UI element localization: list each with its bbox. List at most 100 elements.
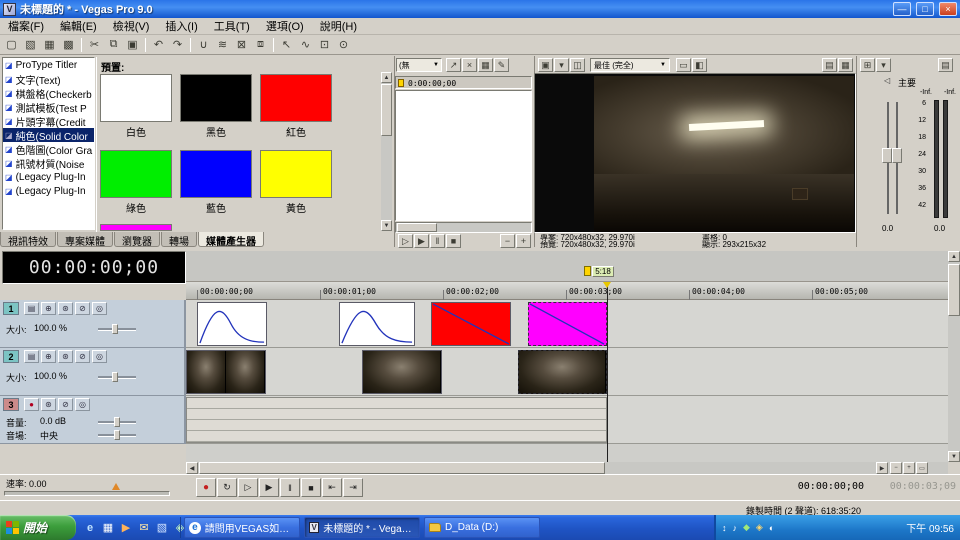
menu-insert[interactable]: 插入(I) [157,18,205,34]
zoom-in-icon[interactable]: + [903,462,915,474]
update-icon[interactable]: ◈ [756,522,763,533]
scroll-left-icon[interactable]: ◀ [186,462,198,474]
list-item[interactable]: ◪棋盤格(Checkerb [3,86,94,100]
tab-project-media[interactable]: 專案媒體 [57,232,113,247]
edit-cursor[interactable] [607,282,608,462]
lock-envelopes-icon[interactable]: ⊠ [232,36,251,53]
preset-swatch-yellow[interactable] [260,150,332,198]
normal-edit-tool-icon[interactable]: ↖ [277,36,296,53]
list-item[interactable]: ◪片頭字幕(Credit [3,114,94,128]
title-bar[interactable]: V 未標題的 * - Vegas Pro 9.0 — □ × [0,0,960,18]
overlay-grid-icon[interactable]: ▭ [676,58,691,72]
minimize-button[interactable]: — [893,2,911,16]
copy-icon[interactable]: ⧉ [104,36,123,53]
trimmer-remove-icon[interactable]: × [462,58,477,72]
track-number-badge[interactable]: 2 [3,350,19,363]
mixer-properties-icon[interactable]: ▤ [938,58,953,72]
master-fader-right[interactable] [892,148,902,163]
track-solo-icon[interactable]: ◎ [92,302,107,315]
media-player-icon[interactable]: ▶ [118,519,134,536]
task-button-browser[interactable]: e 請問用VEGAS如何... [184,517,300,538]
list-item[interactable]: ◪(Legacy Plug-In [3,170,94,184]
video-event-3-selected[interactable] [518,350,607,394]
menu-view[interactable]: 檢視(V) [105,18,158,34]
scroll-thumb[interactable] [199,462,605,474]
trimmer-source-dropdown[interactable]: (無▼ [396,58,442,72]
timeline-empty-area[interactable] [186,444,948,462]
preset-swatch-red[interactable] [260,74,332,122]
rate-marker[interactable] [112,483,120,490]
open-icon[interactable]: ▧ [21,36,40,53]
go-to-start-button[interactable]: ⇤ [322,478,342,497]
trimmer-edit-icon[interactable]: ✎ [494,58,509,72]
tab-explorer[interactable]: 瀏覽器 [114,232,160,247]
trimmer-media-area[interactable] [395,90,532,221]
scroll-up-icon[interactable]: ▲ [381,72,392,83]
preset-swatch-white[interactable] [100,74,172,122]
paste-icon[interactable]: ▣ [123,36,142,53]
track-automation-icon[interactable]: ⊛ [58,302,73,315]
zoom-tool-icon[interactable]: ⊙ [334,36,353,53]
zoom-out-icon[interactable]: − [890,462,902,474]
track-level-icon[interactable]: ▤ [24,302,39,315]
cut-icon[interactable]: ✂ [85,36,104,53]
marker-bar[interactable] [186,251,948,282]
trimmer-play-icon[interactable]: ▶ [414,234,429,248]
track-2-header[interactable]: 2 ▤ ⊕ ⊛ ⊘ ◎ 大小: 100.0 % [0,348,186,396]
timeline-timecode-display[interactable]: 00:00:00;00 [2,251,186,284]
menu-file[interactable]: 檔案(F) [0,18,52,34]
track-level-icon[interactable]: ▤ [24,350,39,363]
trimmer-save-icon[interactable]: ▦ [478,58,493,72]
track-solo-icon[interactable]: ◎ [75,398,90,411]
trimmer-stop-icon[interactable]: ■ [446,234,461,248]
menu-tools[interactable]: 工具(T) [206,18,258,34]
rate-slider[interactable] [4,491,170,496]
marker-label[interactable]: 5:18 [592,266,614,277]
preset-swatch-magenta[interactable] [100,224,172,231]
event-white-2[interactable] [339,302,415,346]
slider-thumb[interactable] [114,417,120,427]
stop-button[interactable]: ■ [301,478,321,497]
snap-icon[interactable]: ∪ [194,36,213,53]
ie-icon[interactable]: e [82,519,98,536]
menu-help[interactable]: 說明(H) [312,18,365,34]
menu-edit[interactable]: 編輯(E) [52,18,105,34]
tab-transitions[interactable]: 轉場 [161,232,197,247]
track-mute-icon[interactable]: ⊘ [75,350,90,363]
play-button[interactable]: ▶ [259,478,279,497]
start-button[interactable]: 開始 [0,515,76,540]
scroll-up-icon[interactable]: ▲ [948,251,960,262]
split-screen-icon[interactable]: ◫ [570,58,585,72]
list-item[interactable]: ◪文字(Text) [3,72,94,86]
save-icon[interactable]: ▦ [40,36,59,53]
preset-swatch-blue[interactable] [180,150,252,198]
preview-quality-dropdown[interactable]: 最佳 (完全)▼ [590,58,670,72]
event-magenta-selected[interactable] [528,302,607,346]
mixer-dropdown-icon[interactable]: ▾ [876,58,891,72]
trimmer-marker-flag[interactable] [398,79,404,87]
folder-shortcut-icon[interactable]: ▧ [154,519,170,536]
list-item-selected[interactable]: ◪純色(Solid Color [3,128,94,142]
preset-swatch-black[interactable] [180,74,252,122]
list-item[interactable]: ◪色階圖(Color Gra [3,142,94,156]
track-mute-icon[interactable]: ⊘ [75,302,90,315]
trimmer-pause-icon[interactable]: ‖ [430,234,445,248]
track-solo-icon[interactable]: ◎ [92,350,107,363]
master-fader-left[interactable] [882,148,892,163]
trimmer-zoom-in-icon[interactable]: + [516,234,531,248]
track-number-badge[interactable]: 1 [3,302,19,315]
scroll-down-icon[interactable]: ▼ [381,220,392,231]
trimmer-ruler[interactable]: 0:00:00;00 [395,76,532,89]
track-compositing-icon[interactable]: ⊕ [41,302,56,315]
loop-button[interactable]: ↻ [217,478,237,497]
antivirus-icon[interactable]: ◆ [743,522,750,533]
track-automation-icon[interactable]: ⊛ [41,398,56,411]
tab-video-fx[interactable]: 視訊特效 [0,232,56,247]
video-event-2[interactable] [362,350,442,394]
scroll-right-icon[interactable]: ▶ [876,462,888,474]
track-3-header[interactable]: 3 ● ⊛ ⊘ ◎ 音量: 0.0 dB 音場: 中央 [0,396,186,444]
list-item[interactable]: ◪訊號材質(Noise [3,156,94,170]
record-arm-icon[interactable]: ● [24,398,39,411]
network-icon[interactable]: ↕ [722,523,727,533]
copy-frame-icon[interactable]: ▤ [822,58,837,72]
